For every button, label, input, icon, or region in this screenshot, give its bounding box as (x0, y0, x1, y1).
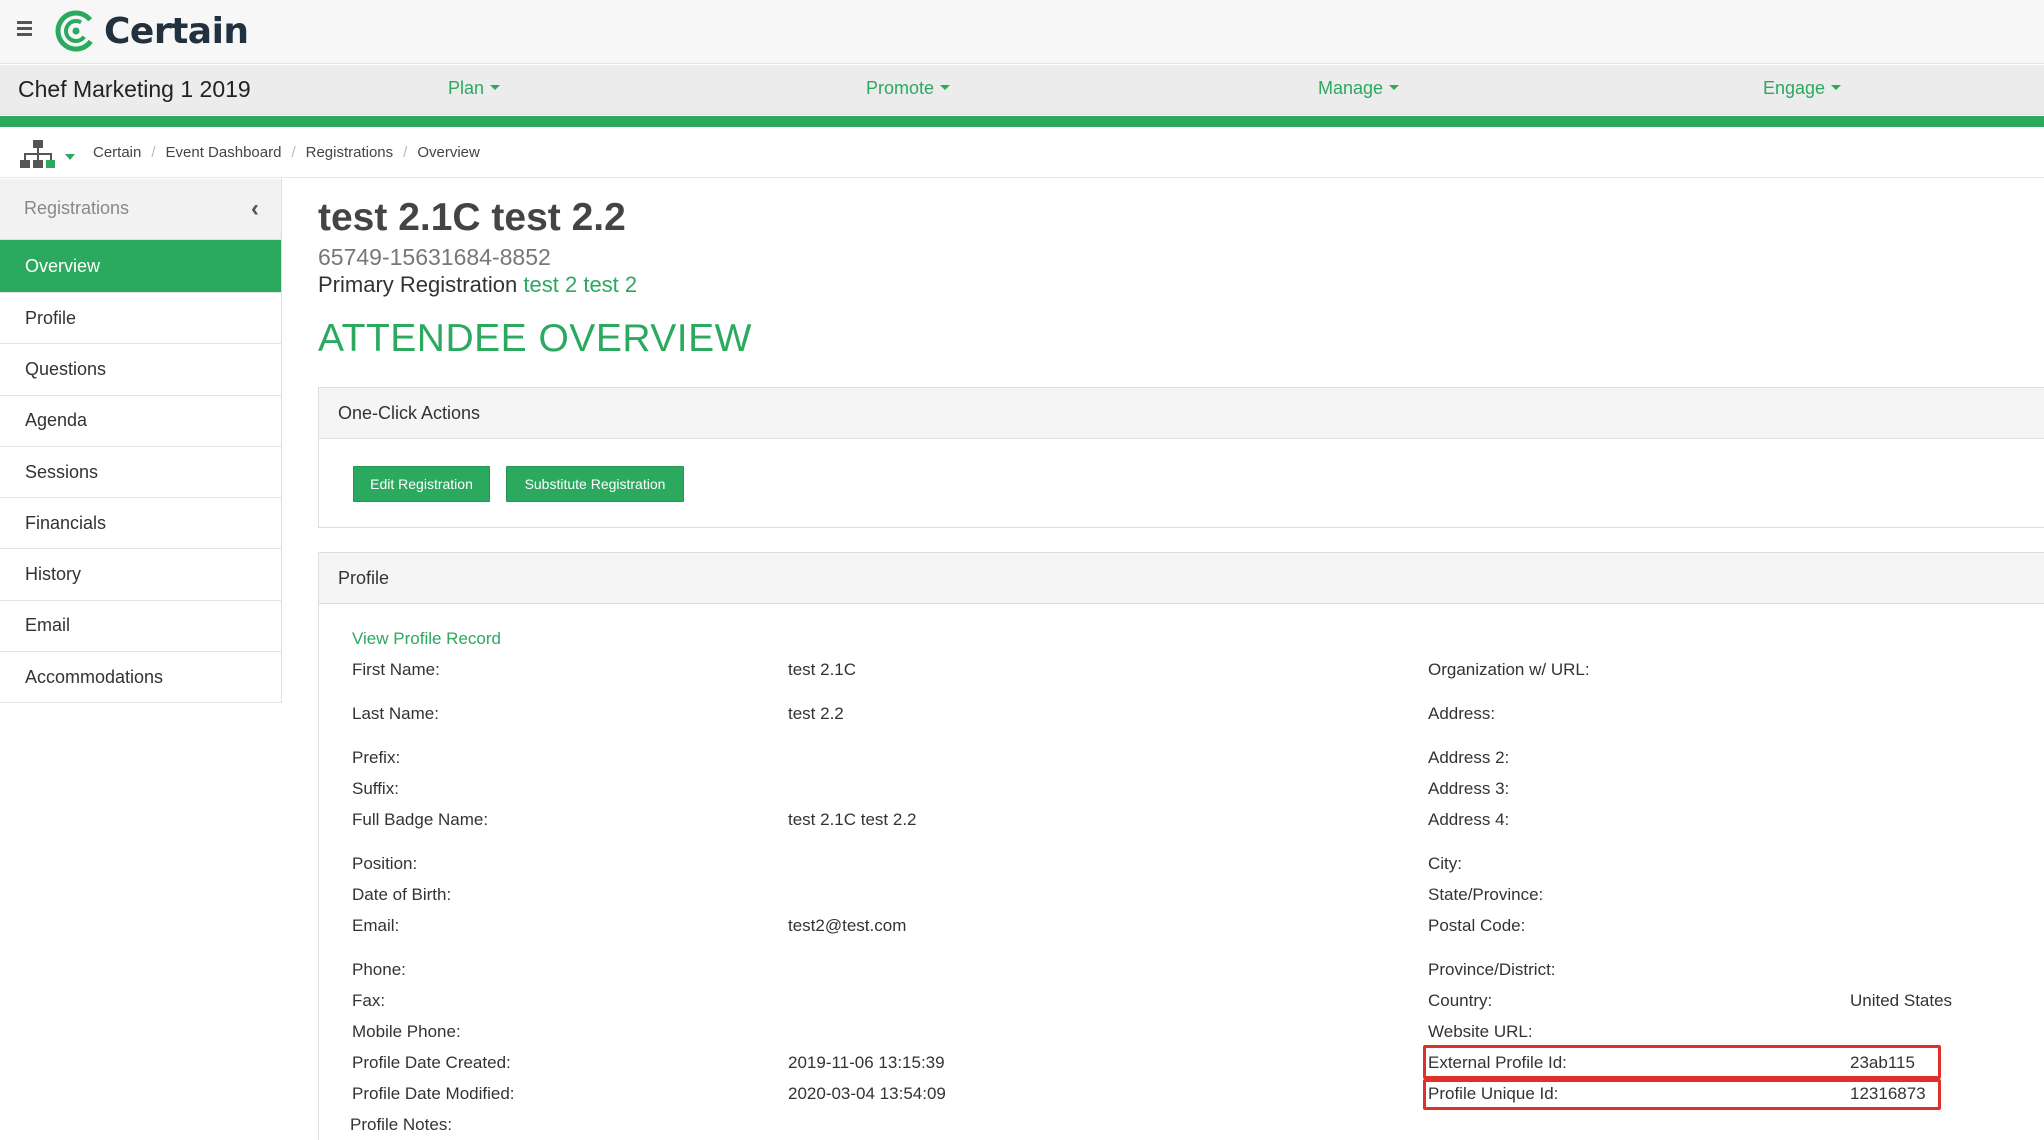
website-url-label: Website URL: (1428, 1022, 1533, 1041)
breadcrumb-separator: / (151, 144, 156, 161)
sidebar-item-financials[interactable]: Financials (0, 498, 281, 550)
country-value: United States (1850, 991, 1953, 1010)
province-district-label: Province/District: (1428, 960, 1556, 979)
certain-logo-icon (55, 10, 97, 52)
breadcrumb-event-dashboard[interactable]: Event Dashboard (166, 144, 282, 161)
address-2-label: Address 2: (1428, 748, 1510, 767)
event-nav-bar: Chef Marketing 1 2019 Plan Promote Manag… (0, 65, 2044, 115)
one-click-actions-panel: One-Click Actions Edit Registration Subs… (318, 387, 2044, 528)
nav-engage[interactable]: Engage (1763, 78, 1842, 99)
first-name-label: First Name: (352, 660, 440, 679)
prefix-label: Prefix: (352, 748, 401, 767)
sidebar-header: Registrations ‹ (0, 179, 281, 240)
last-name-label: Last Name: (352, 704, 439, 723)
external-profile-id-highlight (1423, 1045, 1941, 1079)
hierarchy-dropdown-caret-icon[interactable] (65, 154, 75, 160)
sidebar-item-accommodations[interactable]: Accommodations (0, 652, 281, 704)
sidebar-title: Registrations (24, 198, 130, 218)
date-of-birth-label: Date of Birth: (352, 885, 452, 904)
sidebar-item-history[interactable]: History (0, 549, 281, 601)
sidebar-item-sessions[interactable]: Sessions (0, 447, 281, 499)
address-label: Address: (1428, 704, 1496, 723)
hamburger-menu-icon[interactable] (14, 19, 36, 37)
full-badge-name-label: Full Badge Name: (352, 810, 489, 829)
nav-engage-label: Engage (1763, 78, 1826, 98)
sidebar-item-agenda[interactable]: Agenda (0, 396, 281, 447)
caret-down-icon (1831, 84, 1842, 90)
nav-promote[interactable]: Promote (866, 78, 951, 99)
top-bar: Certain (0, 0, 2044, 64)
country-label: Country: (1428, 991, 1493, 1010)
state-province-label: State/Province: (1428, 885, 1544, 904)
profile-date-modified-label: Profile Date Modified: (352, 1084, 515, 1103)
address-3-label: Address 3: (1428, 779, 1510, 798)
accent-strip (0, 116, 2044, 127)
organization-label: Organization w/ URL: (1428, 660, 1590, 679)
email-value: test2@test.com (788, 916, 907, 935)
breadcrumb-overview: Overview (417, 144, 480, 161)
breadcrumb-separator: / (291, 144, 296, 161)
fax-label: Fax: (352, 991, 386, 1010)
caret-down-icon (940, 84, 951, 90)
chevron-left-icon[interactable]: ‹ (251, 195, 259, 223)
breadcrumb-separator: / (403, 144, 408, 161)
view-profile-record-link[interactable]: View Profile Record (352, 629, 501, 649)
suffix-label: Suffix: (352, 779, 399, 798)
breadcrumb: Certain / Event Dashboard / Registration… (93, 144, 480, 161)
nav-plan[interactable]: Plan (448, 78, 501, 99)
hierarchy-icon[interactable] (20, 139, 56, 173)
position-label: Position: (352, 854, 418, 873)
profile-date-modified-value: 2020-03-04 13:54:09 (788, 1084, 946, 1103)
substitute-registration-button[interactable]: Substitute Registration (506, 466, 684, 502)
email-label: Email: (352, 916, 400, 935)
one-click-actions-header: One-Click Actions (319, 388, 2044, 439)
phone-label: Phone: (352, 960, 406, 979)
nav-manage[interactable]: Manage (1318, 78, 1400, 99)
mobile-phone-label: Mobile Phone: (352, 1022, 461, 1041)
last-name-value: test 2.2 (788, 704, 844, 723)
sidebar-item-profile[interactable]: Profile (0, 293, 281, 345)
nav-promote-label: Promote (866, 78, 935, 98)
sidebar-item-questions[interactable]: Questions (0, 344, 281, 396)
sidebar: Registrations ‹ Overview Profile Questio… (0, 179, 282, 704)
breadcrumb-registrations[interactable]: Registrations (306, 144, 394, 161)
city-label: City: (1428, 854, 1462, 873)
postal-code-label: Postal Code: (1428, 916, 1526, 935)
attendee-name: test 2.1C test 2.2 (318, 196, 626, 239)
profile-panel-header: Profile (319, 553, 2044, 604)
breadcrumb-certain[interactable]: Certain (93, 144, 141, 161)
section-title: ATTENDEE OVERVIEW (318, 317, 752, 360)
profile-notes-label: Profile Notes: (350, 1115, 453, 1134)
edit-registration-button[interactable]: Edit Registration (353, 466, 490, 502)
profile-date-created-value: 2019-11-06 13:15:39 (788, 1053, 945, 1072)
primary-registration-label: Primary Registration (318, 272, 518, 297)
certain-logo[interactable]: Certain (54, 6, 249, 56)
sidebar-item-overview[interactable]: Overview (0, 240, 281, 293)
full-badge-name-value: test 2.1C test 2.2 (788, 810, 917, 829)
profile-unique-id-highlight (1423, 1079, 1941, 1110)
sidebar-item-email[interactable]: Email (0, 601, 281, 653)
address-4-label: Address 4: (1428, 810, 1510, 829)
nav-manage-label: Manage (1318, 78, 1384, 98)
profile-date-created-label: Profile Date Created: (352, 1053, 511, 1072)
caret-down-icon (1389, 84, 1400, 90)
breadcrumb-bar: Certain / Event Dashboard / Registration… (0, 128, 2044, 178)
primary-registration-link[interactable]: test 2 test 2 (523, 272, 637, 297)
caret-down-icon (490, 84, 501, 90)
logo-text: Certain (104, 10, 249, 52)
first-name-value: test 2.1C (788, 660, 857, 679)
event-title: Chef Marketing 1 2019 (18, 76, 251, 102)
primary-registration: Primary Registration test 2 test 2 (318, 272, 637, 298)
nav-plan-label: Plan (448, 78, 485, 98)
registration-code: 65749-15631684-8852 (318, 244, 551, 270)
